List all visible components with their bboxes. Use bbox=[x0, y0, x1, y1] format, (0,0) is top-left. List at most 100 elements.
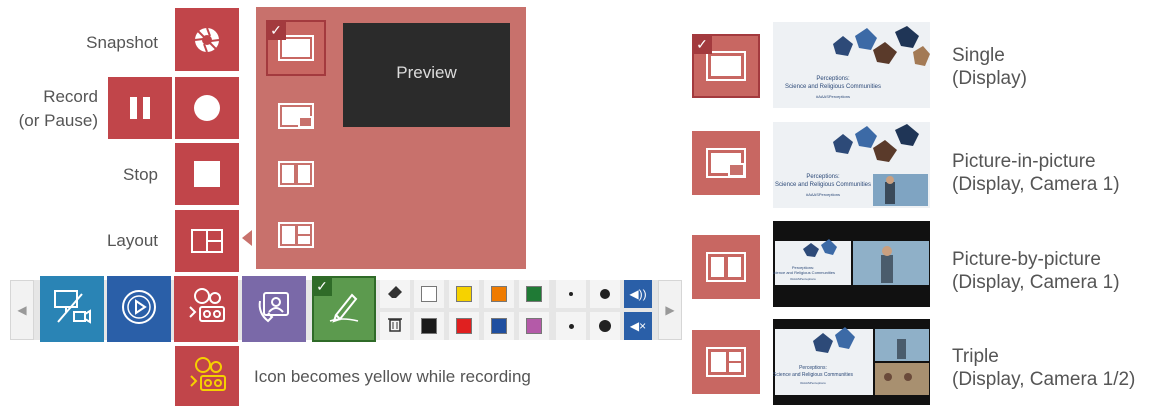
triple-layout-icon bbox=[278, 222, 314, 248]
snapshot-button[interactable] bbox=[175, 8, 239, 71]
thumb-title-line1: Perceptions: bbox=[799, 365, 827, 371]
record-button[interactable] bbox=[175, 77, 239, 139]
pbp-layout-icon bbox=[706, 252, 746, 282]
layout-option-single[interactable]: ✓ bbox=[266, 20, 326, 76]
color-swatch-button[interactable] bbox=[484, 280, 514, 308]
eraser-icon bbox=[386, 284, 404, 305]
layout-option-pip[interactable] bbox=[266, 88, 326, 144]
scroll-left-button[interactable]: ◀ bbox=[10, 280, 34, 340]
check-icon: ✓ bbox=[312, 276, 332, 296]
recorder-button[interactable] bbox=[174, 276, 238, 342]
pen-button[interactable]: ✓ bbox=[312, 276, 376, 342]
layout-label: Layout bbox=[106, 231, 158, 250]
color-swatch-button[interactable] bbox=[484, 312, 514, 340]
color-swatch-button[interactable] bbox=[449, 280, 479, 308]
pip-thumbnail: Perceptions: Science and Religious Commu… bbox=[773, 122, 930, 208]
color-swatch bbox=[526, 318, 542, 334]
recording-state-button bbox=[175, 346, 239, 406]
color-swatch bbox=[421, 286, 437, 302]
small-dot-top[interactable] bbox=[556, 280, 586, 308]
check-icon: ✓ bbox=[692, 34, 712, 54]
thumb-hashtag: #AAASPerceptions bbox=[790, 277, 816, 281]
color-swatch bbox=[421, 318, 437, 334]
small-dot-bottom[interactable] bbox=[556, 312, 586, 340]
layout-option-pbp[interactable] bbox=[266, 146, 326, 202]
thumb-hashtag: #AAASPerceptions bbox=[816, 94, 850, 99]
record-icon bbox=[193, 94, 221, 122]
triple-layout-icon bbox=[706, 347, 746, 377]
trash-button[interactable] bbox=[380, 312, 410, 340]
layout-popup-pointer bbox=[242, 230, 252, 246]
color-swatch bbox=[526, 286, 542, 302]
pause-button[interactable] bbox=[108, 77, 172, 139]
record-label-line1: Record bbox=[43, 87, 98, 106]
large-dot-bottom[interactable] bbox=[590, 312, 620, 340]
pip-subtitle: (Display, Camera 1) bbox=[952, 174, 1120, 195]
play-button[interactable] bbox=[107, 276, 171, 342]
pip-layout-box[interactable] bbox=[692, 131, 760, 195]
color-swatch bbox=[456, 318, 472, 334]
single-layout-box[interactable]: ✓ bbox=[692, 34, 760, 98]
pip-layout-icon bbox=[706, 148, 746, 178]
pbp-subtitle: (Display, Camera 1) bbox=[952, 272, 1120, 293]
triple-title: Triple bbox=[952, 346, 999, 367]
color-swatch bbox=[456, 286, 472, 302]
stop-label: Stop bbox=[123, 165, 158, 184]
triple-layout-box[interactable] bbox=[692, 330, 760, 394]
thumb-title-line1: Perceptions: bbox=[816, 76, 850, 82]
single-thumbnail: Perceptions: Science and Religious Commu… bbox=[773, 22, 930, 108]
pbp-layout-box[interactable] bbox=[692, 235, 760, 299]
single-subtitle: (Display) bbox=[952, 68, 1027, 89]
volume-button[interactable]: ◀)) bbox=[624, 280, 652, 308]
scroll-right-button[interactable]: ▶ bbox=[658, 280, 682, 340]
eraser-button[interactable] bbox=[380, 280, 410, 308]
pbp-title: Picture-by-picture bbox=[952, 249, 1101, 270]
large-dot-top[interactable] bbox=[590, 280, 620, 308]
call-contact-button[interactable] bbox=[242, 276, 306, 342]
color-swatch-button[interactable] bbox=[519, 312, 549, 340]
small-dot-icon bbox=[568, 323, 574, 329]
pbp-thumbnail: Perceptions: Science and Religious Commu… bbox=[773, 221, 930, 307]
volume-icon: ◀)) bbox=[629, 287, 647, 301]
thumb-title-line2: Science and Religious Communities bbox=[785, 84, 881, 90]
color-swatch-button[interactable] bbox=[414, 312, 444, 340]
large-dot-icon bbox=[600, 289, 610, 299]
layout-icon bbox=[191, 229, 223, 253]
mute-icon: ◀× bbox=[629, 319, 647, 333]
color-swatch bbox=[491, 286, 507, 302]
pip-title: Picture-in-picture bbox=[952, 151, 1096, 172]
single-layout-icon bbox=[706, 51, 746, 81]
trash-icon bbox=[388, 316, 402, 337]
layout-button[interactable] bbox=[175, 210, 239, 272]
snapshot-label: Snapshot bbox=[86, 33, 158, 52]
recorder-yellow-icon bbox=[187, 356, 227, 396]
check-icon: ✓ bbox=[266, 20, 286, 40]
single-title: Single bbox=[952, 45, 1005, 66]
color-swatch-button[interactable] bbox=[519, 280, 549, 308]
triple-thumbnail: Perceptions: Science and Religious Commu… bbox=[773, 319, 930, 405]
stop-button[interactable] bbox=[175, 143, 239, 205]
screen-camera-icon bbox=[52, 288, 92, 331]
preview-area: Preview bbox=[343, 23, 510, 127]
aperture-icon bbox=[194, 27, 220, 53]
thumb-title-line2: Science and Religious Communities bbox=[775, 182, 871, 188]
mute-button[interactable]: ◀× bbox=[624, 312, 652, 340]
thumb-hashtag: #AAASPerceptions bbox=[800, 381, 826, 385]
pip-layout-icon bbox=[278, 103, 314, 129]
thumb-hashtag: #AAASPerceptions bbox=[806, 192, 840, 197]
layout-option-triple[interactable] bbox=[266, 207, 326, 263]
recording-note: Icon becomes yellow while recording bbox=[254, 367, 531, 386]
recorder-icon bbox=[186, 287, 226, 332]
play-icon bbox=[121, 289, 157, 330]
color-swatch-button[interactable] bbox=[449, 312, 479, 340]
pbp-layout-icon bbox=[278, 161, 314, 187]
pause-icon bbox=[127, 95, 153, 121]
record-label-line2: (or Pause) bbox=[18, 111, 98, 130]
thumb-title-line2: Science and Religious Communities bbox=[773, 270, 835, 275]
color-swatch-button[interactable] bbox=[414, 280, 444, 308]
screen-camera-button[interactable] bbox=[40, 276, 104, 342]
color-swatch bbox=[491, 318, 507, 334]
thumb-title-line1: Perceptions: bbox=[806, 174, 840, 180]
phone-contact-icon bbox=[256, 289, 292, 330]
small-dot-icon bbox=[569, 292, 573, 296]
